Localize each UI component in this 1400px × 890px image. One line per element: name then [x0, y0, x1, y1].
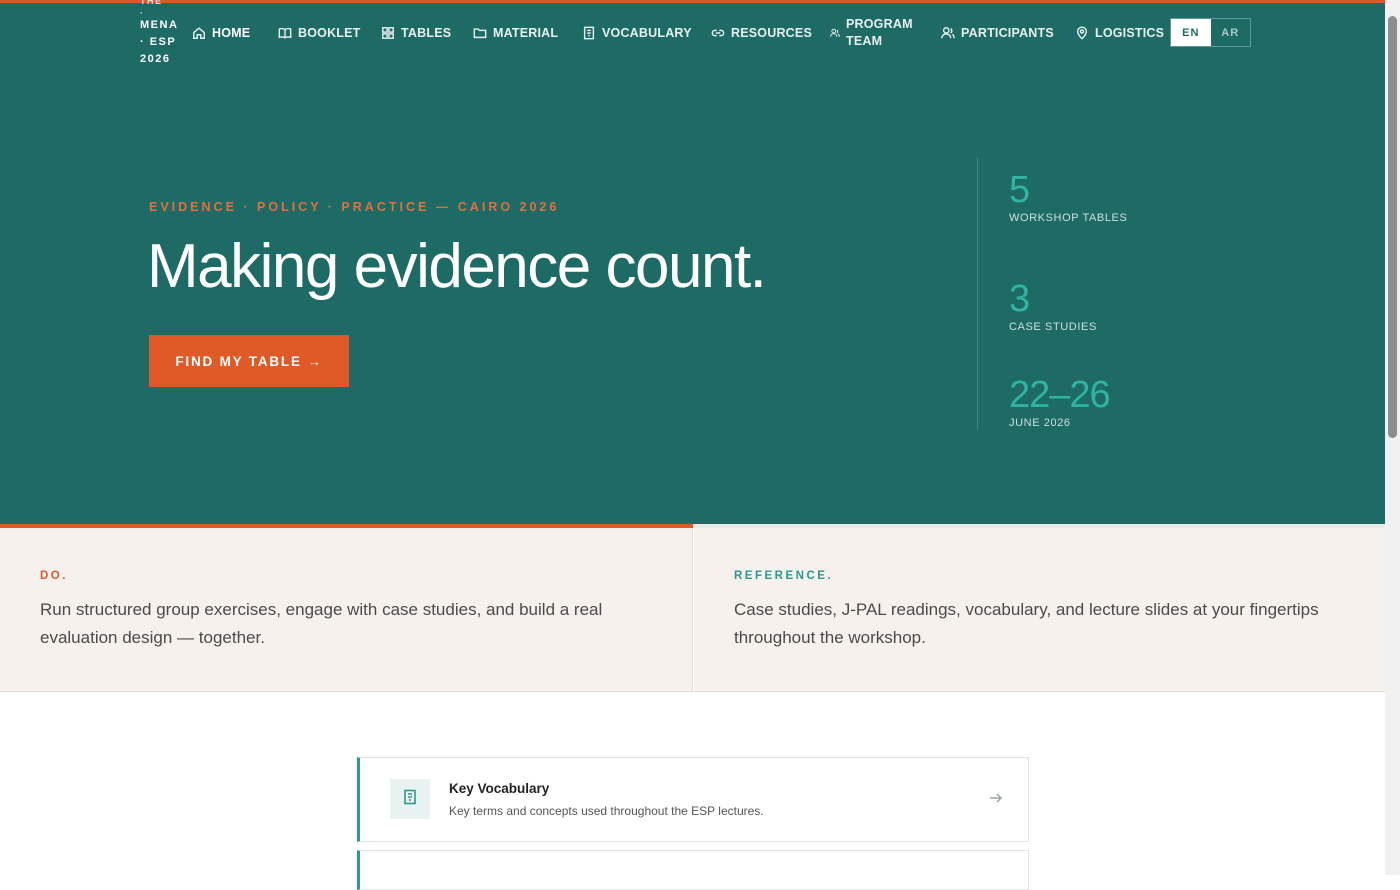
stat-dates-label: JUNE 2026: [1009, 417, 1071, 429]
nav-home[interactable]: HOME: [192, 17, 250, 49]
logo-line-3: MENA: [140, 19, 179, 31]
logo-line-1: THE: [140, 0, 163, 6]
nav-program-label-line1: PROGRAM: [846, 17, 913, 31]
dictionary-icon: [402, 789, 418, 810]
nav-resources[interactable]: RESOURCES: [711, 17, 812, 49]
logo-line-2: ·: [140, 9, 145, 17]
nav-program-label-line2: TEAM: [846, 34, 883, 48]
card-icon-box: [390, 779, 430, 819]
card-description: Key terms and concepts used throughout t…: [449, 804, 764, 818]
nav-participants[interactable]: PARTICIPANTS: [941, 17, 1054, 49]
nav-material[interactable]: MATERIAL: [473, 17, 558, 49]
lang-ar-button[interactable]: AR: [1211, 19, 1251, 46]
users-icon: [941, 26, 955, 40]
next-card[interactable]: [357, 850, 1029, 890]
folder-icon: [473, 26, 487, 40]
stat-case-studies-label: CASE STUDIES: [1009, 321, 1097, 333]
stat-tables-label: WORKSHOP TABLES: [1009, 212, 1128, 224]
card-title: Key Vocabulary: [449, 781, 550, 796]
logo-line-5: 2026: [140, 53, 171, 65]
nav-resources-label: RESOURCES: [731, 26, 812, 40]
language-switcher: EN AR: [1170, 18, 1251, 47]
stat-dates: 22–26 JUNE 2026: [1009, 374, 1111, 429]
nav-tables[interactable]: TABLES: [381, 17, 451, 49]
nav-booklet[interactable]: BOOKLET: [278, 17, 361, 49]
nav-tables-label: TABLES: [401, 26, 452, 40]
nav-material-label: MATERIAL: [493, 26, 559, 40]
hero-eyebrow: EVIDENCE · POLICY · PRACTICE — CAIRO 202…: [149, 200, 560, 214]
do-body: Run structured group exercises, engage w…: [40, 600, 603, 647]
reference-panel: REFERENCE. Case studies, J-PAL readings,…: [694, 528, 1385, 692]
nav-participants-label: PARTICIPANTS: [961, 26, 1054, 40]
home-icon: [192, 26, 206, 40]
hero-headline: Making evidence count.: [147, 232, 767, 301]
nav-program-team[interactable]: PROGRAM TEAM: [830, 17, 913, 49]
map-pin-icon: [1075, 26, 1089, 40]
nav-program-team-label: PROGRAM TEAM: [846, 16, 913, 50]
scrollbar-thumb[interactable]: [1388, 16, 1397, 438]
stat-case-studies: 3 CASE STUDIES: [1009, 279, 1097, 333]
dictionary-icon: [582, 26, 596, 40]
book-icon: [278, 26, 292, 40]
link-icon: [711, 26, 725, 40]
do-panel: DO. Run structured group exercises, enga…: [0, 528, 693, 692]
stat-case-studies-value: 3: [1009, 278, 1030, 320]
reference-kicker: REFERENCE.: [734, 570, 834, 582]
lang-en-button[interactable]: EN: [1171, 19, 1211, 46]
nav-vocabulary-label: VOCABULARY: [602, 26, 692, 40]
stat-dates-value: 22–26: [1009, 374, 1111, 416]
arrow-right-icon: [988, 790, 1004, 806]
stats-divider: [977, 158, 978, 430]
team-icon: [830, 28, 840, 38]
do-kicker: DO.: [40, 570, 68, 582]
key-vocabulary-card[interactable]: Key Vocabulary Key terms and concepts us…: [357, 757, 1029, 842]
page-scrollbar[interactable]: [1385, 0, 1400, 875]
nav-home-label: HOME: [212, 26, 251, 40]
nav-logistics-label: LOGISTICS: [1095, 26, 1165, 40]
stat-tables: 5 WORKSHOP TABLES: [1009, 170, 1127, 224]
site-logo[interactable]: THE · MENA · ESP 2026: [140, 0, 184, 68]
grid-icon: [381, 26, 395, 40]
logo-line-4: · ESP: [140, 36, 177, 48]
hero-section: THE · MENA · ESP 2026 HOME BOOKLET TABLE…: [0, 0, 1385, 524]
stat-tables-value: 5: [1009, 169, 1030, 211]
reference-body: Case studies, J-PAL readings, vocabulary…: [734, 600, 1319, 647]
nav-logistics[interactable]: LOGISTICS: [1075, 17, 1164, 49]
find-my-table-button[interactable]: FIND MY TABLE →: [149, 335, 349, 387]
nav-vocabulary[interactable]: VOCABULARY: [582, 17, 692, 49]
nav-booklet-label: BOOKLET: [298, 26, 361, 40]
